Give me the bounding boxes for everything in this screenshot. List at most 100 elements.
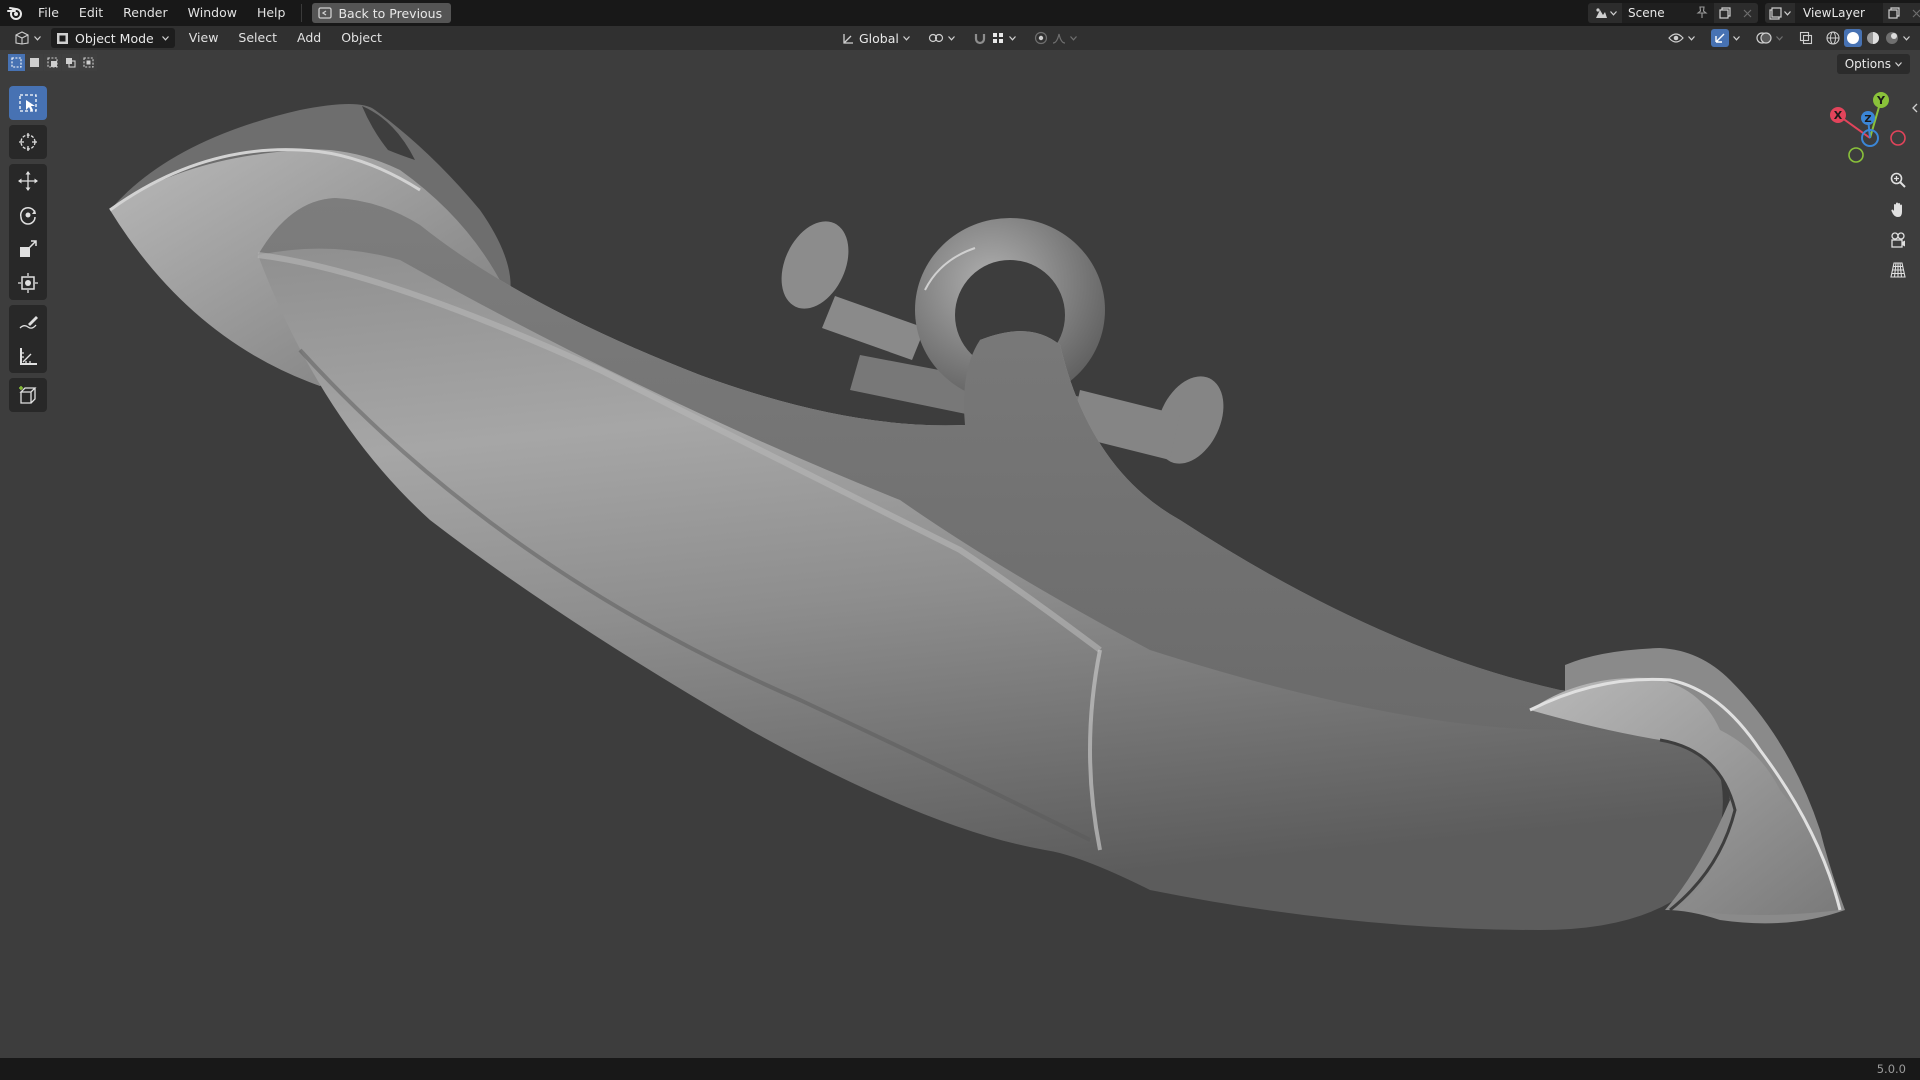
- mode-dropdown[interactable]: Object Mode: [51, 28, 175, 48]
- menu-add[interactable]: Add: [287, 25, 331, 51]
- new-scene-button[interactable]: [1714, 3, 1736, 23]
- select-box-icon: [17, 92, 39, 114]
- status-bar: 5.0.0: [0, 1058, 1920, 1080]
- scene-selector[interactable]: Scene: [1588, 3, 1758, 23]
- measure-tool[interactable]: [9, 339, 47, 373]
- divider: [301, 4, 303, 22]
- rotate-tool[interactable]: [9, 198, 47, 232]
- chevron-down-icon: [1784, 10, 1791, 16]
- xray-icon[interactable]: [1799, 31, 1813, 45]
- view3d-editor-icon: [14, 31, 30, 45]
- menu-file[interactable]: File: [28, 0, 69, 26]
- back-to-previous-button[interactable]: Back to Previous: [312, 3, 452, 23]
- viewport-canvas[interactable]: [0, 50, 1920, 1058]
- scene-name: Scene: [1628, 6, 1665, 20]
- scene-browse-button[interactable]: [1588, 3, 1622, 23]
- rotate-icon: [17, 204, 39, 226]
- chevron-down-icon: [1609, 10, 1617, 16]
- menu-window[interactable]: Window: [178, 0, 247, 26]
- menu-help[interactable]: Help: [247, 0, 296, 26]
- transform-icon: [17, 272, 39, 294]
- toggle-perspective-button[interactable]: [1884, 256, 1912, 284]
- gizmo-neg-y-handle[interactable]: [1848, 147, 1864, 163]
- add-cube-tool[interactable]: [9, 378, 47, 412]
- pivot-point-dropdown[interactable]: [922, 28, 961, 48]
- menu-object[interactable]: Object: [331, 25, 392, 51]
- sidebar-toggle[interactable]: [1910, 100, 1920, 116]
- menu-view[interactable]: View: [179, 25, 229, 51]
- shading-mode-group: [1823, 29, 1912, 47]
- chevron-down-icon: [1008, 35, 1016, 41]
- duplicate-icon: [1888, 7, 1900, 19]
- snap-increment-icon[interactable]: [991, 31, 1005, 45]
- gizmo-x-label: X: [1834, 109, 1843, 122]
- delete-scene-button[interactable]: [1736, 3, 1758, 23]
- zoom-button[interactable]: [1884, 166, 1912, 194]
- delete-view-layer-button[interactable]: [1905, 3, 1920, 23]
- pin-icon[interactable]: [1696, 6, 1708, 19]
- cursor-tool[interactable]: [9, 125, 47, 159]
- grid-perspective-icon: [1889, 261, 1907, 279]
- close-icon: [1743, 9, 1752, 18]
- mode-label: Object Mode: [75, 30, 154, 46]
- menu-edit[interactable]: Edit: [69, 0, 113, 26]
- overlays-toggle[interactable]: [1750, 28, 1789, 48]
- gizmo-icon[interactable]: [1711, 29, 1729, 47]
- camera-view-button[interactable]: [1884, 226, 1912, 254]
- xray-toggle[interactable]: [1793, 28, 1819, 48]
- select-box-tool[interactable]: [9, 86, 47, 120]
- measure-icon: [17, 345, 39, 367]
- viewport-header: Object Mode View Select Add Object Globa…: [0, 26, 1920, 50]
- menu-select[interactable]: Select: [228, 25, 287, 51]
- blender-logo-icon[interactable]: [2, 0, 28, 26]
- camera-icon: [1889, 231, 1907, 249]
- view-layer-selector[interactable]: ViewLayer: [1765, 3, 1920, 23]
- back-to-previous-label: Back to Previous: [338, 5, 443, 21]
- pivot-icon: [928, 32, 944, 44]
- annotate-tool[interactable]: [9, 305, 47, 339]
- proportional-edit-icon[interactable]: [1034, 31, 1048, 45]
- back-icon: [318, 7, 333, 19]
- chevron-down-icon: [1688, 35, 1695, 41]
- menu-render[interactable]: Render: [113, 0, 178, 26]
- object-mode-icon: [56, 32, 69, 45]
- gizmo-toggle[interactable]: [1705, 28, 1746, 48]
- hand-icon: [1889, 201, 1907, 219]
- view-layer-name: ViewLayer: [1803, 6, 1865, 20]
- view-layer-browse-button[interactable]: [1765, 3, 1795, 23]
- scale-tool[interactable]: [9, 232, 47, 266]
- chevron-down-icon: [161, 35, 169, 41]
- material-preview-icon[interactable]: [1865, 30, 1881, 46]
- move-tool[interactable]: [9, 164, 47, 198]
- rendered-shading-icon[interactable]: [1884, 30, 1900, 46]
- scene-icon: [1594, 6, 1608, 20]
- duplicate-icon: [1719, 7, 1731, 19]
- close-icon: [1912, 9, 1920, 18]
- transform-orientation-label: Global: [859, 30, 899, 46]
- chevron-left-icon: [1912, 103, 1918, 113]
- falloff-curve-icon[interactable]: [1052, 32, 1066, 44]
- snap-magnet-icon[interactable]: [973, 31, 987, 45]
- wireframe-shading-icon[interactable]: [1825, 30, 1841, 46]
- new-view-layer-button[interactable]: [1883, 3, 1905, 23]
- global-orientation-icon: [842, 32, 855, 45]
- solid-shading-icon[interactable]: [1844, 29, 1862, 47]
- add-cube-icon: [17, 384, 39, 406]
- visibility-dropdown[interactable]: [1662, 28, 1701, 48]
- scale-icon: [17, 238, 39, 260]
- gizmo-neg-x-handle[interactable]: [1890, 130, 1906, 146]
- snap-controls[interactable]: [967, 28, 1022, 48]
- view-layer-name-field[interactable]: ViewLayer: [1795, 3, 1883, 23]
- chevron-down-icon: [902, 35, 910, 41]
- editor-type-button[interactable]: [8, 28, 47, 48]
- scene-name-field[interactable]: Scene: [1622, 3, 1714, 23]
- zoom-icon: [1889, 171, 1907, 189]
- transform-tool[interactable]: [9, 266, 47, 300]
- pan-button[interactable]: [1884, 196, 1912, 224]
- chevron-down-icon[interactable]: [1903, 35, 1910, 41]
- navigation-gizmo[interactable]: X Y Z: [1820, 88, 1920, 168]
- overlays-icon[interactable]: [1756, 31, 1772, 45]
- chevron-down-icon: [1069, 35, 1077, 41]
- transform-orientation-dropdown[interactable]: Global: [836, 28, 916, 48]
- proportional-editing-controls[interactable]: [1028, 28, 1083, 48]
